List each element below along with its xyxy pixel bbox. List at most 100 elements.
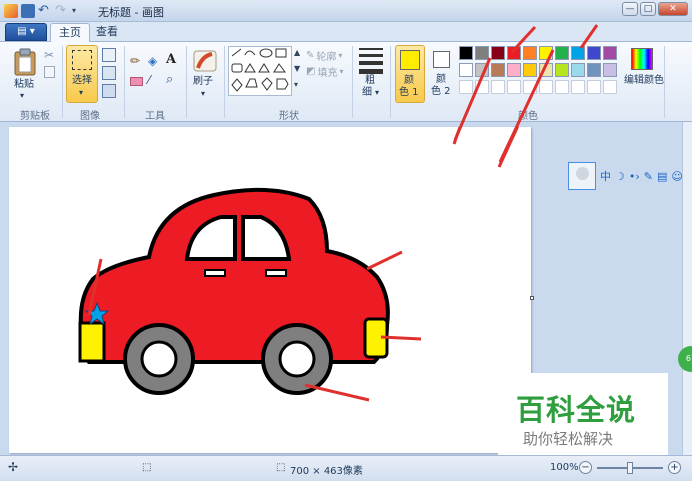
fill-icon: ◩ [306, 65, 316, 77]
color-swatch[interactable] [507, 63, 521, 77]
edit-colors-label: 编辑颜色 [624, 75, 664, 86]
ime-clipboard-icon[interactable]: ▤ [657, 170, 667, 183]
select-dropdown-icon: ▾ [79, 88, 84, 97]
custom-color-slot[interactable] [475, 80, 489, 94]
color-swatch[interactable] [571, 63, 585, 77]
maximize-button[interactable]: □ [640, 2, 656, 16]
custom-color-slot[interactable] [539, 80, 553, 94]
eraser-icon[interactable] [130, 77, 143, 86]
canvas-resize-handle[interactable] [530, 296, 534, 300]
ime-wrench-icon[interactable]: ✎ [644, 170, 653, 183]
color1-swatch [400, 50, 420, 70]
save-icon[interactable] [21, 4, 35, 18]
edit-colors-button[interactable]: 编辑颜色 [624, 46, 664, 102]
car-drawing [78, 122, 522, 402]
minimize-button[interactable]: — [622, 2, 638, 16]
color-swatch[interactable] [523, 46, 537, 60]
tab-view[interactable]: 查看 [88, 23, 126, 42]
group-separator [186, 46, 187, 118]
ime-avatar[interactable] [568, 162, 596, 190]
select-label: 选择 [72, 75, 92, 86]
text-icon[interactable]: A [166, 52, 180, 67]
paint-app-icon[interactable] [4, 4, 18, 18]
customize-toolbar-icon[interactable]: ▾ [72, 4, 86, 18]
custom-color-slot[interactable] [507, 80, 521, 94]
arrow-from-palette-1 [452, 122, 464, 145]
color-swatch[interactable] [555, 63, 569, 77]
brushes-dropdown-icon: ▾ [201, 89, 206, 98]
color1-label-line2: 色 1 [399, 87, 419, 98]
custom-color-slot[interactable] [571, 80, 585, 94]
window-controls: — □ ✕ [622, 2, 688, 16]
color-swatch[interactable] [587, 63, 601, 77]
color1-button[interactable]: 颜 色 1 [395, 45, 425, 103]
color-swatch[interactable] [491, 46, 505, 60]
outline-label: 轮廓 [316, 51, 337, 63]
arrow-to-roof [366, 250, 403, 271]
select-button[interactable]: 选择 ▾ [66, 45, 98, 103]
zoom-slider-thumb[interactable] [627, 462, 633, 474]
color-swatch[interactable] [491, 63, 505, 77]
shapes-gallery[interactable] [228, 46, 292, 96]
size-button[interactable]: 粗 细 ▾ [356, 46, 386, 102]
custom-color-slot[interactable] [491, 80, 505, 94]
ime-punctuation-icon[interactable]: •› [629, 170, 640, 183]
image-group-label: 图像 [80, 111, 100, 122]
zoom-slider[interactable] [597, 462, 663, 474]
color-wheel-icon [631, 48, 653, 70]
fill-bucket-icon[interactable]: ◈ [148, 54, 162, 68]
tab-home[interactable]: 主页 [50, 23, 90, 42]
outline-button[interactable]: ✎ 轮廓 ▾ [306, 48, 342, 63]
crop-icon[interactable] [102, 48, 116, 62]
custom-color-slot[interactable] [603, 80, 617, 94]
custom-color-slot[interactable] [459, 80, 473, 94]
copy-icon[interactable] [44, 66, 55, 78]
color-swatch[interactable] [523, 63, 537, 77]
ime-smile-icon[interactable]: ☺ [671, 170, 682, 183]
drawing-canvas[interactable] [9, 122, 531, 453]
rotate-icon[interactable] [102, 84, 116, 98]
ime-mode-toggle[interactable]: 中 [600, 168, 611, 184]
title-bar: ↶ ↷ ▾ 无标题 - 画图 — □ ✕ [0, 0, 692, 22]
custom-color-slot[interactable] [555, 80, 569, 94]
color-swatch[interactable] [539, 63, 553, 77]
car-door-handle-left [204, 269, 226, 277]
color-palette [459, 46, 623, 98]
resize-icon[interactable] [102, 66, 116, 80]
color-picker-icon[interactable]: ⁄ [148, 73, 162, 87]
color-swatch[interactable] [555, 46, 569, 60]
close-button[interactable]: ✕ [658, 2, 688, 16]
group-separator [224, 46, 225, 118]
car-front-light [78, 321, 106, 363]
color-swatch[interactable] [603, 46, 617, 60]
shapes-more-icon[interactable]: ▾ [294, 80, 308, 94]
color-swatch[interactable] [459, 63, 473, 77]
custom-color-slot[interactable] [587, 80, 601, 94]
cut-icon[interactable]: ✂ [44, 48, 58, 62]
fill-label: 填充 [317, 67, 338, 79]
paste-button[interactable]: 粘贴 ▾ [8, 46, 42, 102]
custom-color-slot[interactable] [523, 80, 537, 94]
fill-button[interactable]: ◩ 填充 ▾ [306, 64, 343, 79]
pencil-icon[interactable]: ✏ [130, 54, 144, 68]
color-swatch[interactable] [587, 46, 601, 60]
color-swatch[interactable] [475, 46, 489, 60]
quick-access-toolbar: ↶ ↷ ▾ [4, 3, 89, 19]
color2-label-line1: 颜 [436, 74, 446, 85]
color-swatch[interactable] [475, 63, 489, 77]
color-swatch[interactable] [539, 46, 553, 60]
redo-icon[interactable]: ↷ [55, 4, 69, 18]
app-menu-button[interactable]: ▤ ▾ [5, 23, 47, 41]
color-swatch[interactable] [603, 63, 617, 77]
color-swatch[interactable] [459, 46, 473, 60]
color-swatch[interactable] [507, 46, 521, 60]
brushes-button[interactable]: 刷子 ▾ [190, 46, 220, 102]
magnifier-icon[interactable]: ⌕ [166, 72, 180, 87]
zoom-in-button[interactable]: + [668, 461, 681, 474]
clipboard-group-label: 剪贴板 [20, 111, 50, 122]
color2-button[interactable]: 颜 色 2 [428, 45, 456, 103]
undo-icon[interactable]: ↶ [38, 4, 52, 18]
ime-moon-icon[interactable]: ☽ [615, 170, 625, 183]
zoom-out-button[interactable]: − [579, 461, 592, 474]
color-swatch[interactable] [571, 46, 585, 60]
